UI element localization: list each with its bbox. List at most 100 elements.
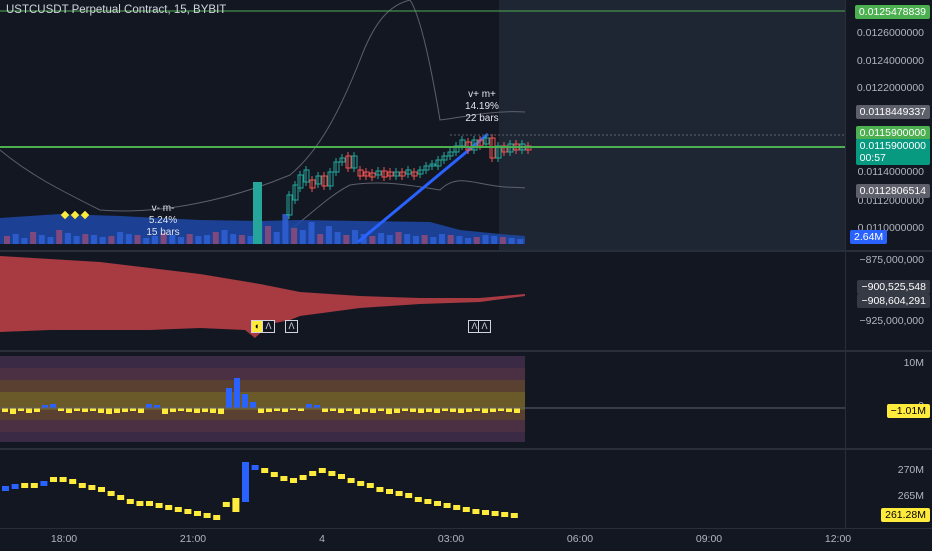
histogram-bar (226, 388, 232, 408)
histogram-bar (458, 408, 464, 413)
histogram-bar (490, 408, 496, 412)
main-price-pane[interactable]: USTCUSDT Perpetual Contract, 15, BYBIT v… (0, 0, 932, 250)
histogram-bar (258, 408, 264, 413)
step-bar (242, 462, 249, 502)
step-bar (414, 497, 422, 502)
step-bar (232, 498, 240, 512)
step-bar (395, 491, 403, 496)
volume-bar (238, 235, 245, 244)
step-bar (357, 481, 365, 486)
histogram-bar (2, 408, 8, 412)
time-axis[interactable]: 18:00 21:00 4 03:00 06:00 09:00 12:00 (0, 528, 932, 551)
step-bar (78, 483, 86, 488)
indicator-pane-4[interactable]: 270M 265M 261.28M (0, 450, 932, 528)
step-bar (126, 499, 134, 504)
step-bar (98, 487, 105, 492)
pane2-svg (0, 256, 525, 338)
histogram-bar (410, 408, 416, 412)
step-bar (434, 501, 441, 506)
histogram-bar (26, 408, 32, 413)
volume-bar (221, 230, 228, 244)
histogram-bar (146, 404, 152, 408)
volume-bar (369, 236, 376, 244)
bar-countdown: 00:57 (859, 152, 886, 164)
volume-bar (386, 235, 393, 244)
histogram-bar (194, 408, 200, 413)
step-bar (117, 495, 125, 500)
pane3-axis[interactable]: 10M 0 (845, 352, 932, 448)
volume-bar (352, 230, 358, 244)
upper-band-line (0, 0, 526, 212)
lower-band-tag: 0.0112806514 (855, 184, 930, 198)
volume-bar (430, 237, 437, 244)
signal-marker: Λ (478, 320, 491, 333)
histogram-bar (10, 408, 16, 414)
histogram-bar (122, 408, 128, 412)
indicator-pane-2[interactable]: ◐ Λ Λ Λ Λ −875,000,000 −925,000,000 −900… (0, 252, 932, 350)
histogram-bar (282, 408, 288, 412)
step-bar (213, 515, 221, 520)
histogram-bar (418, 408, 424, 413)
step-bar (146, 501, 153, 506)
step-bar (510, 513, 518, 518)
histogram-bar (482, 408, 488, 413)
step-bar (405, 493, 413, 498)
histogram-bar (434, 408, 440, 413)
step-bar (165, 505, 173, 510)
histogram-bar (242, 394, 248, 408)
pane4-svg (2, 462, 518, 520)
volume-bar (273, 232, 280, 244)
price-tick: 0.0122000000 (856, 82, 924, 94)
volume-bar (64, 233, 71, 244)
histogram-bar (362, 408, 368, 412)
histogram-bar (354, 408, 360, 414)
price-tick: 0.0126000000 (856, 27, 924, 39)
histogram-bar (106, 408, 112, 414)
step-bar (299, 475, 307, 480)
time-label: 09:00 (695, 533, 723, 545)
step-bar (194, 511, 201, 516)
volume-bar (91, 235, 97, 244)
volume-bar (334, 232, 341, 244)
pane4-tick: 270M (897, 464, 924, 476)
volume-bar (38, 235, 45, 244)
volume-bar (99, 237, 106, 244)
histogram-bar (202, 408, 208, 412)
band-core (0, 392, 525, 410)
price-axis[interactable]: 0.0126000000 0.0124000000 0.0122000000 0… (845, 0, 932, 250)
pane4-tag: 261.28M (881, 508, 930, 522)
histogram-bar (66, 408, 72, 413)
down-move-annotation: v- m- 5.24% 15 bars (138, 203, 188, 239)
volume-bar (12, 234, 19, 244)
step-bar (386, 489, 393, 494)
volume-bar (447, 235, 454, 244)
volume-bar (247, 236, 254, 244)
step-bar (184, 509, 192, 514)
histogram-bar (210, 408, 216, 413)
price-tag: 0.0115900000 (855, 126, 930, 140)
histogram-bar (450, 408, 456, 412)
volume-bar (21, 238, 28, 244)
step-bar (174, 507, 182, 512)
volume-bar (343, 235, 350, 244)
volume-bar (421, 235, 428, 244)
step-bar (40, 481, 48, 486)
step-bar (155, 503, 163, 508)
volume-bar (108, 236, 115, 244)
step-bar (59, 477, 67, 482)
step-bar (30, 483, 38, 488)
step-bar (2, 486, 9, 491)
indicator-pane-3[interactable]: 10M 0 −1.01M (0, 352, 932, 448)
step-bar (328, 471, 336, 476)
volume-bar (204, 235, 211, 244)
pane3-tag: −1.01M (886, 404, 930, 418)
chart-title: USTCUSDT Perpetual Contract, 15, BYBIT (6, 4, 227, 16)
upper-band-tag: 0.0118449337 (855, 105, 930, 119)
volume-bar (491, 236, 498, 244)
volume-bar (82, 234, 89, 244)
histogram-bar (514, 408, 520, 413)
step-bar (261, 468, 269, 473)
volume-bar (456, 236, 463, 244)
step-bar (482, 510, 489, 515)
annotation-line: 5.24% (148, 215, 178, 226)
